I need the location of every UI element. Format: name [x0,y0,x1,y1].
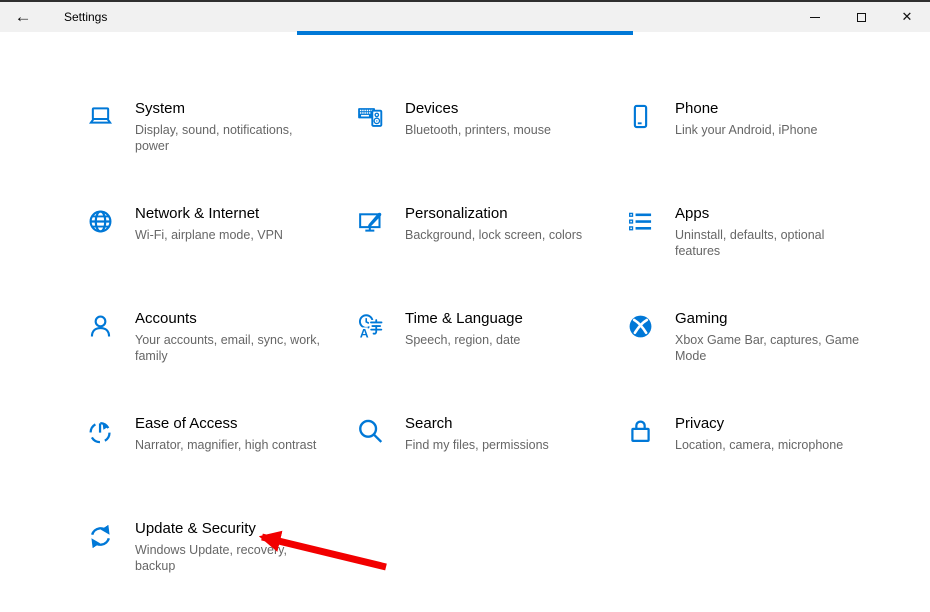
back-arrow-icon: ← [15,7,32,27]
update-security-icon [87,523,114,550]
tile-network-internet[interactable]: Network & Internet Wi-Fi, airplane mode,… [87,190,357,295]
tile-devices[interactable]: Devices Bluetooth, printers, mouse [357,85,627,190]
tile-subtitle: Uninstall, defaults, optional features [675,227,865,259]
tile-title: Privacy [675,414,865,434]
minimize-button[interactable] [792,2,838,32]
devices-icon [357,103,384,130]
phone-icon [627,103,654,130]
tile-search[interactable]: Search Find my files, permissions [357,400,627,505]
tile-title: Network & Internet [135,204,325,224]
tile-icon-slot [87,313,114,340]
search-box-underline[interactable] [297,31,633,35]
tile-icon-slot [627,103,654,130]
tile-icon-slot [357,418,384,445]
tile-system[interactable]: System Display, sound, notifications, po… [87,85,357,190]
back-button[interactable]: ← [0,2,46,32]
tile-gaming[interactable]: Gaming Xbox Game Bar, captures, Game Mod… [627,295,897,400]
tile-subtitle: Narrator, magnifier, high contrast [135,437,325,453]
tile-subtitle: Your accounts, email, sync, work, family [135,332,325,364]
window-controls: ✕ [792,2,930,32]
tile-subtitle: Background, lock screen, colors [405,227,595,243]
globe-icon [87,208,114,235]
tile-time-language[interactable]: A Time & Language Speech, region, date [357,295,627,400]
ease-of-access-icon [87,418,114,445]
tile-title: Time & Language [405,309,595,329]
tile-icon-slot [357,103,384,130]
tile-icon-slot [87,523,114,550]
tile-title: Gaming [675,309,865,329]
window-title: Settings [64,10,107,24]
tile-title: Update & Security [135,519,325,539]
tile-subtitle: Bluetooth, printers, mouse [405,122,595,138]
person-icon [87,313,114,340]
tile-icon-slot [627,313,654,340]
tile-icon-slot [87,418,114,445]
tile-icon-slot [627,208,654,235]
time-language-icon: A [357,313,384,340]
tile-title: Search [405,414,595,434]
titlebar: ← Settings ✕ [0,2,930,32]
tile-accounts[interactable]: Accounts Your accounts, email, sync, wor… [87,295,357,400]
tile-phone[interactable]: Phone Link your Android, iPhone [627,85,897,190]
close-icon: ✕ [902,9,913,25]
tile-update-security[interactable]: Update & Security Windows Update, recove… [87,505,357,610]
tile-icon-slot: A [357,313,384,340]
lock-icon [627,418,654,445]
tile-title: Phone [675,99,865,119]
tile-subtitle: Speech, region, date [405,332,595,348]
tile-subtitle: Display, sound, notifications, power [135,122,325,154]
tile-title: Devices [405,99,595,119]
tile-subtitle: Xbox Game Bar, captures, Game Mode [675,332,865,364]
tile-title: Accounts [135,309,325,329]
tile-subtitle: Link your Android, iPhone [675,122,865,138]
apps-icon [627,208,654,235]
tile-icon-slot [627,418,654,445]
tile-subtitle: Wi-Fi, airplane mode, VPN [135,227,325,243]
close-button[interactable]: ✕ [884,2,930,32]
tile-subtitle: Windows Update, recovery, backup [135,542,325,574]
tile-subtitle: Location, camera, microphone [675,437,865,453]
minimize-icon [810,17,820,18]
tile-title: System [135,99,325,119]
tile-personalization[interactable]: Personalization Background, lock screen,… [357,190,627,295]
tile-icon-slot [87,103,114,130]
search-icon [357,418,384,445]
svg-text:A: A [360,326,369,340]
tile-icon-slot [87,208,114,235]
maximize-icon [857,13,866,22]
laptop-icon [87,103,114,130]
xbox-icon [627,313,654,340]
tile-apps[interactable]: Apps Uninstall, defaults, optional featu… [627,190,897,295]
settings-window: ← Settings ✕ System Display, sound, noti… [0,0,930,612]
maximize-button[interactable] [838,2,884,32]
tile-title: Ease of Access [135,414,325,434]
tile-ease-of-access[interactable]: Ease of Access Narrator, magnifier, high… [87,400,357,505]
tile-icon-slot [357,208,384,235]
tile-subtitle: Find my files, permissions [405,437,595,453]
personalization-icon [357,208,384,235]
settings-grid: System Display, sound, notifications, po… [87,85,897,610]
tile-privacy[interactable]: Privacy Location, camera, microphone [627,400,897,505]
tile-title: Apps [675,204,865,224]
tile-title: Personalization [405,204,595,224]
